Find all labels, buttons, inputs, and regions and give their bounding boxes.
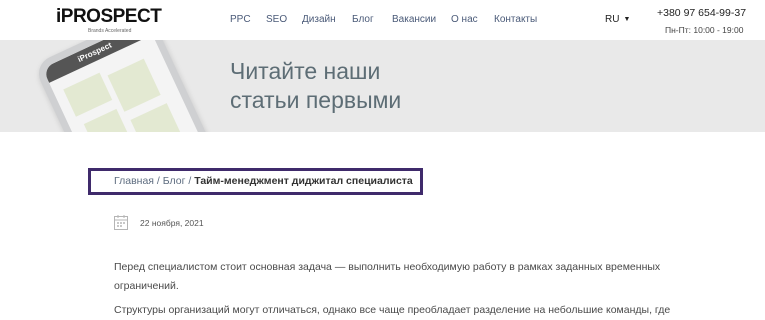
- article-body: Перед специалистом стоит основная задача…: [114, 258, 674, 320]
- language-selector[interactable]: RU ▼: [605, 14, 630, 25]
- breadcrumb: Главная / Блог / Тайм-менеджмент диджита…: [88, 168, 423, 195]
- nav-item-about[interactable]: О нас: [451, 14, 478, 25]
- hero-banner: iProspect Читайте наши статьи первыми: [0, 40, 765, 132]
- breadcrumb-current: Тайм-менеджмент диджитал специалиста: [194, 175, 413, 187]
- screen-tile: [63, 72, 113, 117]
- screen-tile: [130, 103, 186, 132]
- screen-tile: [107, 58, 161, 112]
- site-header: iPROSPECT Brands Accelerated PPC SEO Диз…: [0, 0, 765, 40]
- screen-tile: [83, 108, 131, 132]
- language-label: RU: [605, 14, 620, 25]
- calendar-icon: [114, 215, 128, 230]
- nav-item-contacts[interactable]: Контакты: [494, 14, 537, 25]
- working-hours: Пн-Пт: 10:00 - 19:00: [665, 25, 744, 35]
- nav-item-ppc[interactable]: PPC: [230, 14, 251, 25]
- caret-down-icon: ▼: [623, 16, 631, 23]
- breadcrumb-separator: /: [156, 175, 160, 187]
- nav-item-design[interactable]: Дизайн: [302, 14, 336, 25]
- nav-item-vacancies[interactable]: Вакансии: [392, 14, 436, 25]
- nav-item-blog[interactable]: Блог: [352, 14, 374, 25]
- smartphone-illustration: iProspect: [33, 40, 221, 132]
- breadcrumb-home[interactable]: Главная: [114, 175, 154, 187]
- iprospect-logo[interactable]: iPROSPECT Brands Accelerated: [56, 7, 168, 35]
- publish-date: 22 ноября, 2021: [140, 218, 204, 228]
- breadcrumb-separator: /: [188, 175, 192, 187]
- logo-tagline: Brands Accelerated: [88, 28, 132, 34]
- nav-item-seo[interactable]: SEO: [266, 14, 287, 25]
- smartphone-screen-logo: iProspect: [76, 40, 114, 65]
- banner-title: Читайте наши статьи первыми: [230, 58, 402, 113]
- logo-text: iPROSPECT: [56, 6, 162, 27]
- smartphone-screen: iProspect: [42, 40, 212, 132]
- article-paragraph: Перед специалистом стоит основная задача…: [114, 261, 661, 292]
- article-paragraph: Структуры организаций могут отличаться, …: [114, 304, 671, 316]
- phone-number[interactable]: +380 97 654-99-37: [657, 7, 746, 19]
- breadcrumb-blog[interactable]: Блог: [163, 175, 186, 187]
